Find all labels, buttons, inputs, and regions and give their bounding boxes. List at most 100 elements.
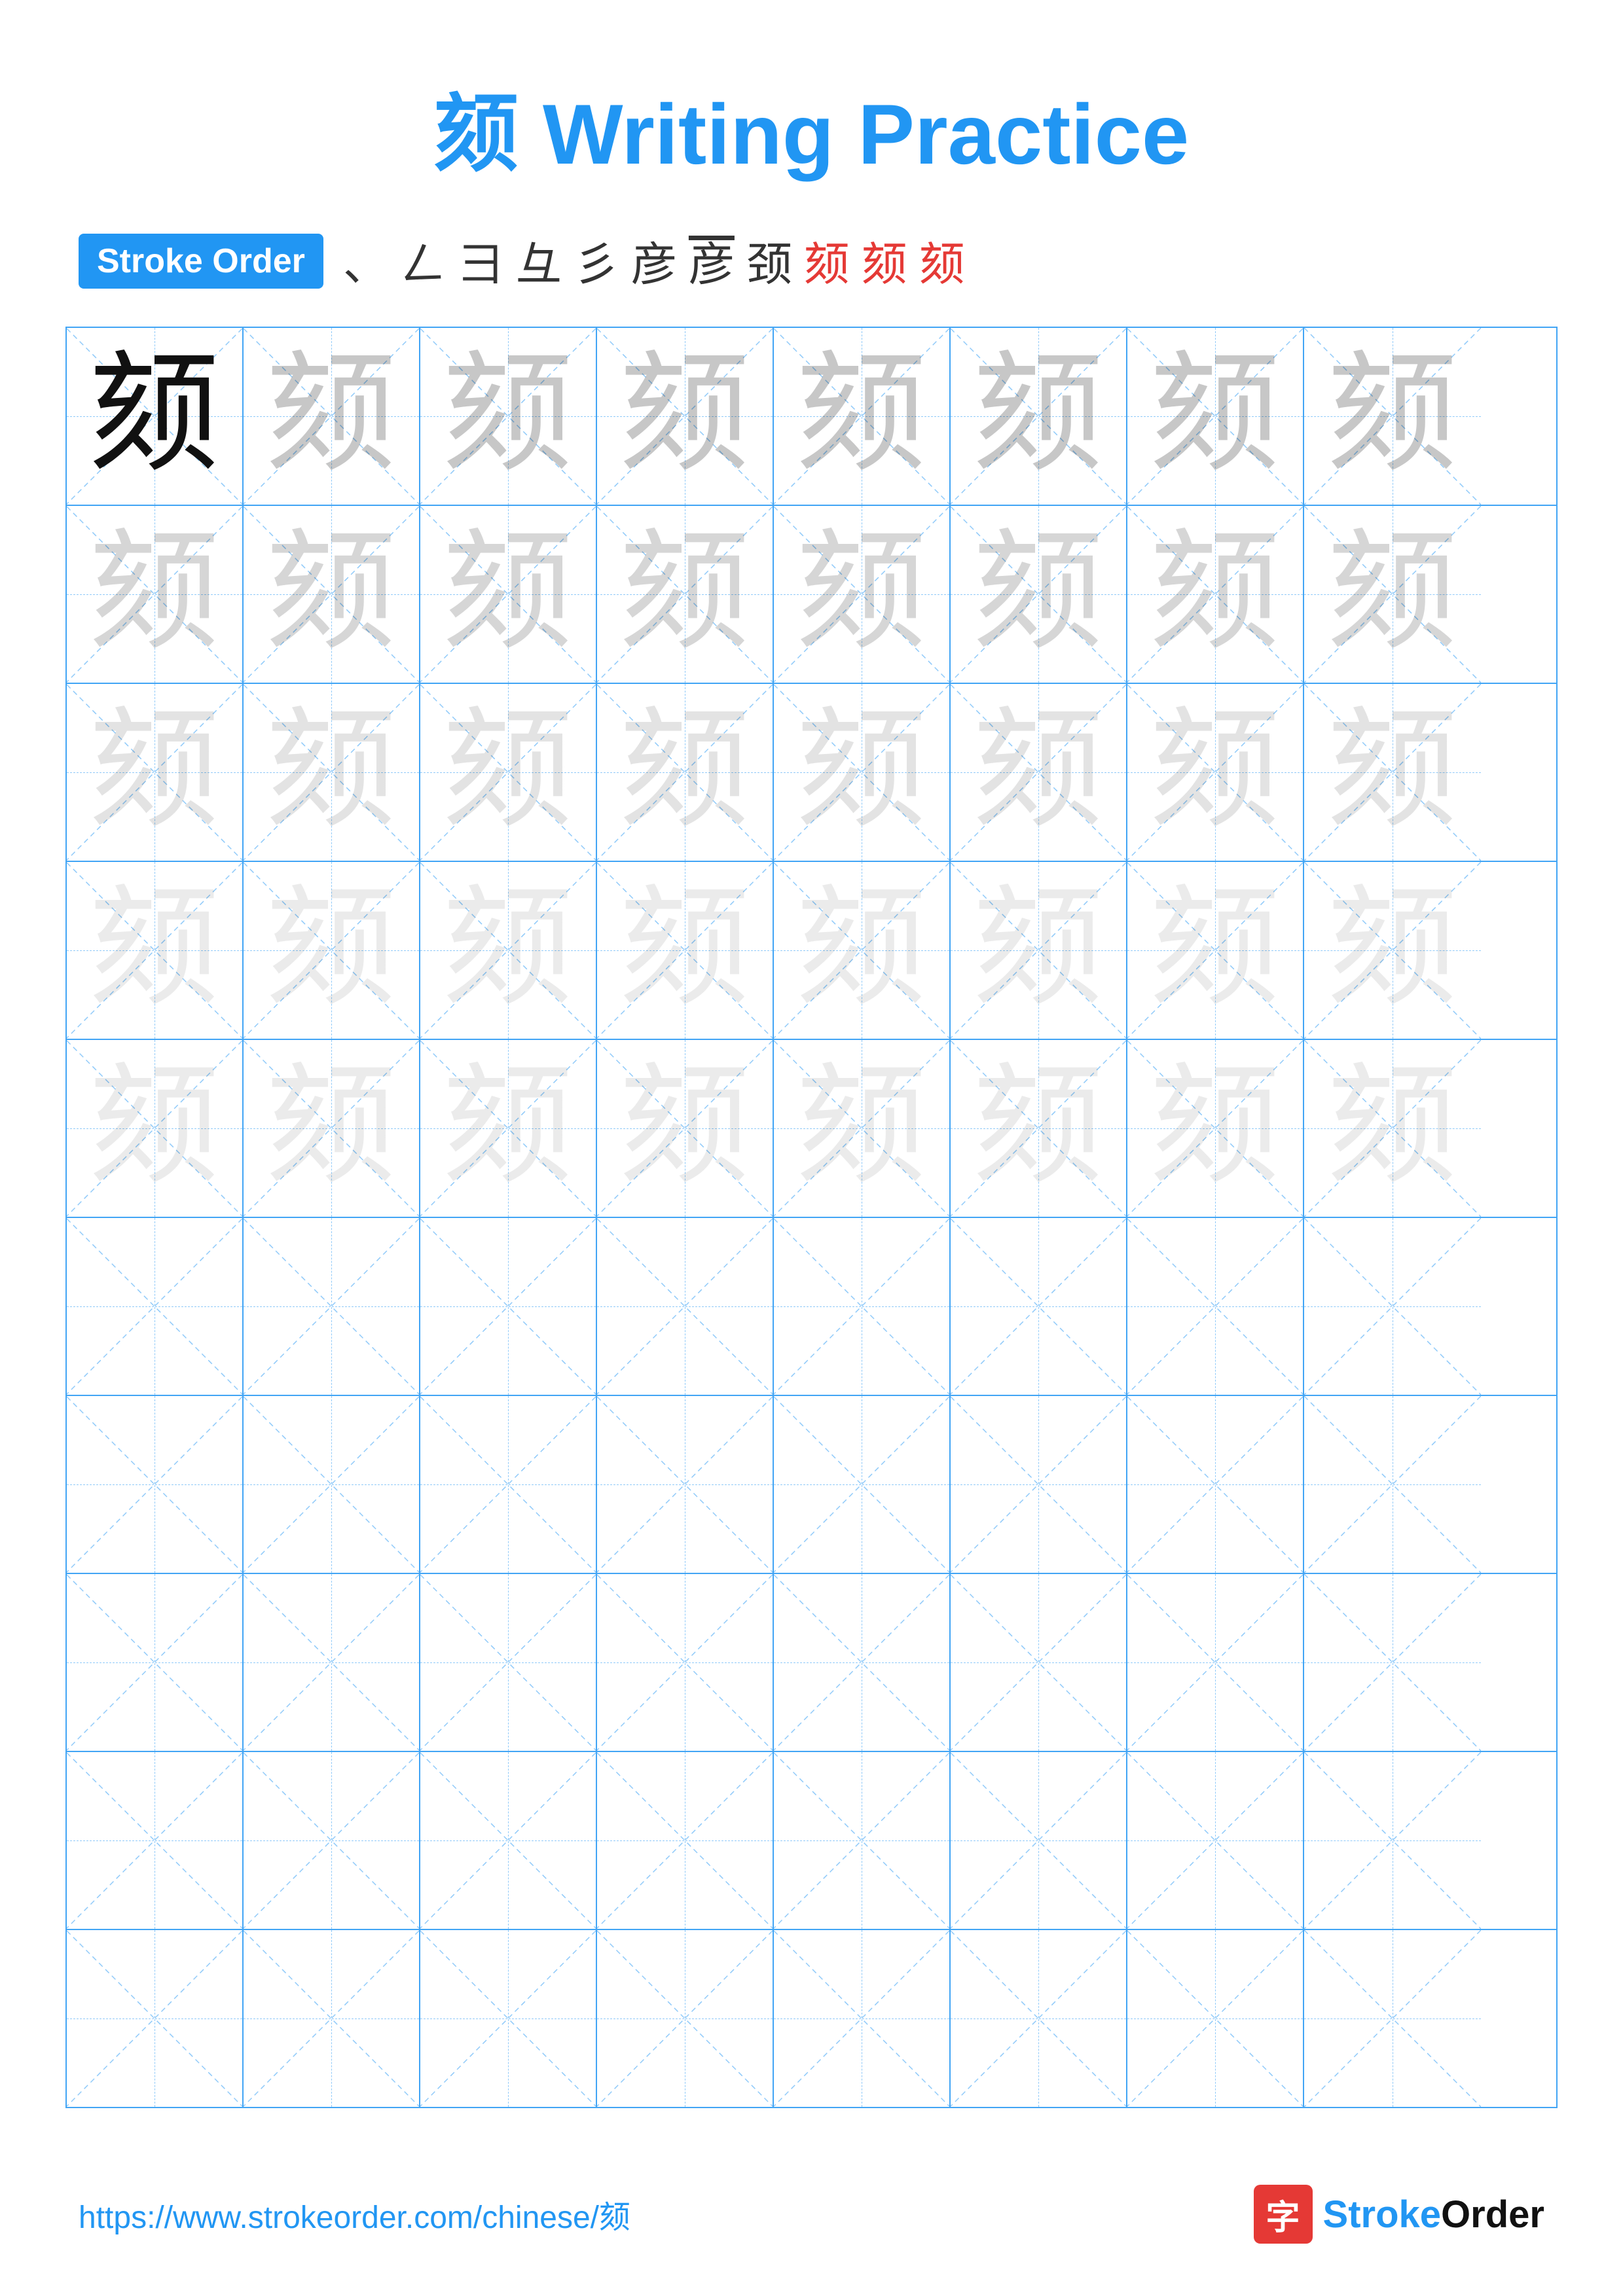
grid-cell[interactable] [244, 1752, 420, 1929]
grid-cell[interactable]: 颏 [244, 1040, 420, 1217]
grid-cell[interactable]: 颏 [1127, 862, 1304, 1039]
practice-char: 颏 [89, 707, 220, 838]
grid-cell[interactable] [774, 1752, 951, 1929]
grid-cell[interactable] [1127, 1930, 1304, 2107]
grid-cell[interactable]: 颏 [951, 1040, 1127, 1217]
grid-cell[interactable] [597, 1930, 774, 2107]
grid-cell[interactable] [951, 1218, 1127, 1395]
grid-cell[interactable]: 颏 [774, 862, 951, 1039]
title-char: 颏 [434, 88, 519, 183]
grid-cell[interactable]: 颏 [597, 862, 774, 1039]
grid-cell[interactable] [420, 1574, 597, 1751]
grid-cell[interactable]: 颏 [1304, 684, 1481, 861]
stroke-2: 𠃋 [401, 228, 447, 294]
grid-cell[interactable]: 颏 [1304, 1040, 1481, 1217]
grid-cell[interactable] [951, 1396, 1127, 1573]
grid-cell[interactable]: 颏 [1304, 506, 1481, 683]
grid-cell[interactable]: 颏 [951, 862, 1127, 1039]
practice-char: 颏 [619, 529, 750, 660]
grid-cell[interactable]: 颏 [597, 328, 774, 505]
grid-cell[interactable]: 颏 [244, 862, 420, 1039]
stroke-3: 彐 [458, 228, 504, 294]
grid-cell[interactable]: 颏 [244, 328, 420, 505]
grid-cell[interactable]: 颏 [1304, 862, 1481, 1039]
grid-cell[interactable] [1304, 1574, 1481, 1751]
grid-cell[interactable]: 颏 [951, 684, 1127, 861]
grid-cell[interactable]: 颏 [420, 1040, 597, 1217]
practice-char: 颏 [1327, 1063, 1458, 1194]
grid-row: 颏 颏 颏 颏 颏 颏 颏 颏 [67, 862, 1556, 1040]
grid-cell[interactable] [597, 1396, 774, 1573]
grid-cell[interactable] [244, 1218, 420, 1395]
grid-cell[interactable]: 颏 [1304, 328, 1481, 505]
practice-char: 颏 [1150, 885, 1281, 1016]
grid-cell[interactable]: 颏 [597, 506, 774, 683]
grid-cell[interactable] [244, 1396, 420, 1573]
grid-cell[interactable] [951, 1574, 1127, 1751]
grid-cell[interactable]: 颏 [597, 684, 774, 861]
grid-cell[interactable] [420, 1218, 597, 1395]
practice-char: 颏 [1327, 351, 1458, 482]
grid-cell[interactable]: 颏 [67, 328, 244, 505]
grid-cell[interactable]: 颏 [951, 328, 1127, 505]
grid-cell[interactable] [1127, 1218, 1304, 1395]
grid-cell[interactable]: 颏 [420, 684, 597, 861]
stroke-5: 彡 [574, 228, 619, 294]
grid-cell[interactable] [244, 1930, 420, 2107]
grid-cell[interactable] [951, 1930, 1127, 2107]
grid-cell[interactable] [1304, 1218, 1481, 1395]
grid-cell[interactable]: 颏 [420, 862, 597, 1039]
practice-char: 颏 [619, 885, 750, 1016]
grid-cell[interactable] [1304, 1752, 1481, 1929]
grid-cell[interactable]: 颏 [774, 684, 951, 861]
grid-cell[interactable] [774, 1218, 951, 1395]
footer-logo-icon: 字 [1254, 2185, 1313, 2244]
practice-char: 颏 [796, 351, 927, 482]
grid-cell[interactable] [597, 1218, 774, 1395]
grid-cell[interactable] [1127, 1752, 1304, 1929]
grid-cell[interactable]: 颏 [774, 328, 951, 505]
stroke-order-chars: 、 𠃋 彐 彑 彡 彦 彦 颈 颏 颏 颏 [343, 228, 965, 294]
grid-cell[interactable] [244, 1574, 420, 1751]
grid-cell[interactable]: 颏 [67, 684, 244, 861]
grid-cell[interactable] [774, 1396, 951, 1573]
grid-cell[interactable] [1304, 1396, 1481, 1573]
grid-cell[interactable]: 颏 [244, 506, 420, 683]
grid-cell[interactable] [597, 1752, 774, 1929]
grid-cell[interactable]: 颏 [1127, 506, 1304, 683]
grid-cell[interactable] [67, 1396, 244, 1573]
grid-cell[interactable] [67, 1574, 244, 1751]
grid-cell[interactable] [67, 1930, 244, 2107]
grid-cell[interactable]: 颏 [67, 1040, 244, 1217]
grid-row [67, 1218, 1556, 1396]
grid-cell[interactable]: 颏 [420, 506, 597, 683]
grid-cell[interactable]: 颏 [597, 1040, 774, 1217]
grid-cell[interactable] [420, 1396, 597, 1573]
grid-cell[interactable]: 颏 [1127, 328, 1304, 505]
practice-char: 颏 [619, 351, 750, 482]
grid-cell[interactable] [951, 1752, 1127, 1929]
grid-cell[interactable] [597, 1574, 774, 1751]
grid-cell[interactable]: 颏 [1127, 684, 1304, 861]
grid-cell[interactable] [1127, 1396, 1304, 1573]
grid-cell[interactable]: 颏 [774, 1040, 951, 1217]
grid-cell[interactable]: 颏 [67, 506, 244, 683]
grid-cell[interactable] [67, 1218, 244, 1395]
grid-cell[interactable] [67, 1752, 244, 1929]
practice-char: 颏 [973, 351, 1104, 482]
grid-cell[interactable]: 颏 [67, 862, 244, 1039]
writing-grid: 颏 颏 颏 颏 颏 颏 颏 颏 [65, 327, 1558, 2108]
grid-cell[interactable]: 颏 [774, 506, 951, 683]
grid-cell[interactable] [420, 1752, 597, 1929]
practice-char: 颏 [973, 707, 1104, 838]
grid-cell[interactable]: 颏 [951, 506, 1127, 683]
grid-cell[interactable] [1304, 1930, 1481, 2107]
grid-cell[interactable] [774, 1930, 951, 2107]
grid-cell[interactable] [420, 1930, 597, 2107]
grid-cell[interactable]: 颏 [1127, 1040, 1304, 1217]
grid-cell[interactable]: 颏 [420, 328, 597, 505]
stroke-10: 颏 [862, 228, 907, 294]
grid-cell[interactable]: 颏 [244, 684, 420, 861]
grid-cell[interactable] [1127, 1574, 1304, 1751]
grid-cell[interactable] [774, 1574, 951, 1751]
